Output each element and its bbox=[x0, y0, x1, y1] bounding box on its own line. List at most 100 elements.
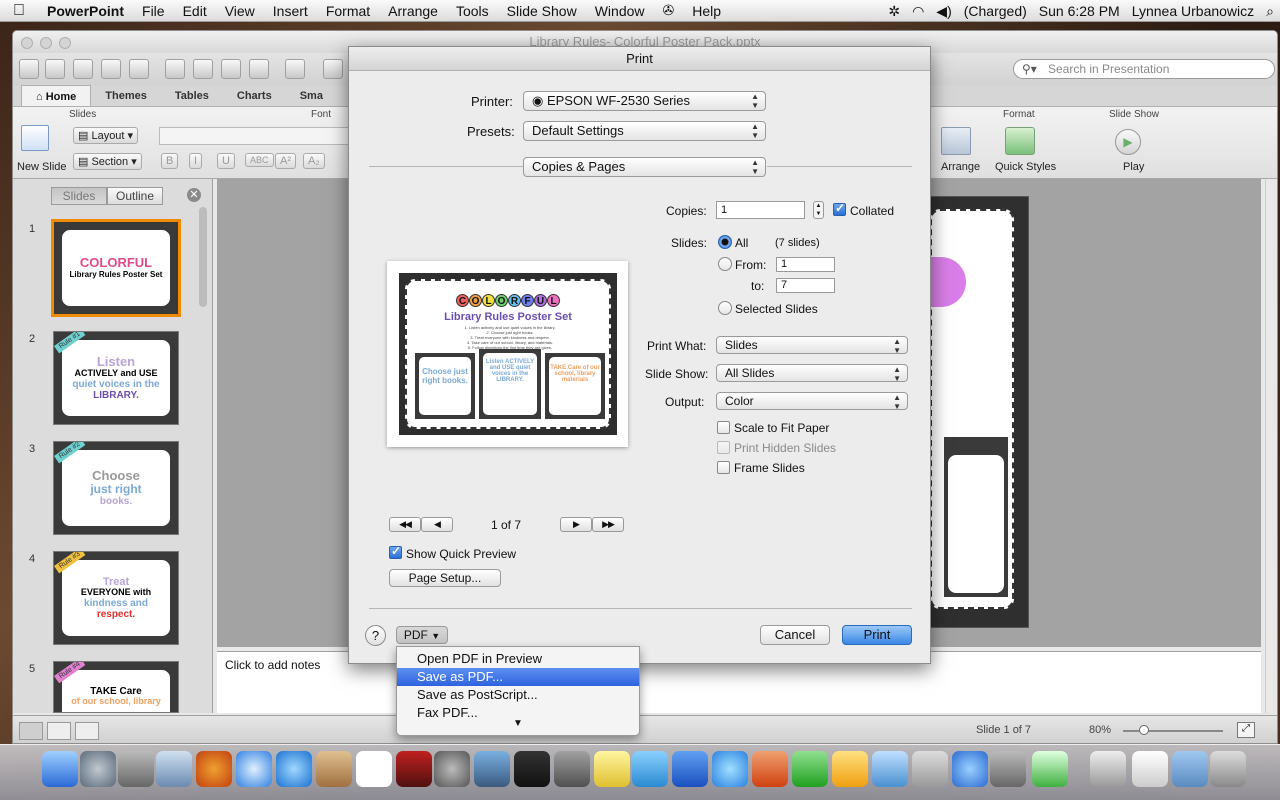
minimize-window-icon[interactable] bbox=[40, 37, 52, 49]
search-input[interactable]: ⚲▾ Search in Presentation bbox=[1013, 59, 1275, 79]
slide-thumbnail[interactable]: COLORFUL Library Rules Poster Set bbox=[51, 219, 181, 317]
layout-button[interactable]: ▤ Layout ▾ bbox=[73, 127, 139, 144]
tab-smartart[interactable]: Sma bbox=[286, 85, 337, 106]
slide-show-select[interactable]: All Slides ▲ ▼ bbox=[716, 364, 908, 383]
new-slide-label[interactable]: New Slide bbox=[17, 161, 67, 173]
menu-edit[interactable]: Edit bbox=[174, 3, 216, 19]
trash-icon[interactable] bbox=[1210, 751, 1246, 787]
mpeg-file-icon[interactable] bbox=[1132, 751, 1168, 787]
textedit-icon[interactable] bbox=[632, 751, 668, 787]
battery-status[interactable]: (Charged) bbox=[958, 3, 1033, 19]
show-preview-checkbox[interactable] bbox=[389, 544, 402, 559]
range-radio[interactable] bbox=[718, 257, 732, 271]
page-setup-button[interactable]: Page Setup... bbox=[389, 569, 501, 587]
script-menu-icon[interactable]: ✇ bbox=[654, 2, 684, 19]
menu-tools[interactable]: Tools bbox=[447, 3, 498, 19]
arrange-label[interactable]: Arrange bbox=[941, 161, 980, 173]
documents-folder-icon[interactable] bbox=[1172, 751, 1208, 787]
selected-slides-radio[interactable] bbox=[718, 301, 732, 315]
network-icon[interactable] bbox=[952, 751, 988, 787]
format-painter-icon[interactable] bbox=[249, 59, 269, 79]
finder-icon[interactable] bbox=[42, 751, 78, 787]
slide-thumbnail[interactable]: TAKE Care of our school, library Rule #4 bbox=[53, 661, 179, 713]
calendar-icon[interactable] bbox=[356, 751, 392, 787]
first-page-button[interactable]: ◀◀ bbox=[389, 517, 421, 532]
user-name[interactable]: Lynnea Urbanowicz bbox=[1126, 3, 1260, 19]
print-button[interactable]: Print bbox=[842, 625, 912, 645]
quick-styles-label[interactable]: Quick Styles bbox=[995, 161, 1056, 173]
italic-button[interactable]: I bbox=[189, 153, 203, 169]
apple-menu-icon[interactable]:  bbox=[0, 2, 38, 20]
bold-button[interactable]: B bbox=[161, 153, 179, 169]
close-panel-icon[interactable]: ✕ bbox=[187, 188, 201, 202]
help-viewer-icon[interactable] bbox=[912, 751, 948, 787]
safari-icon[interactable] bbox=[236, 751, 272, 787]
superscript-button[interactable]: A² bbox=[275, 153, 296, 169]
all-slides-radio[interactable] bbox=[718, 235, 732, 249]
cancel-button[interactable]: Cancel bbox=[760, 625, 830, 645]
frame-slides-checkbox[interactable] bbox=[717, 461, 730, 474]
zoom-slider[interactable] bbox=[1123, 730, 1223, 732]
subscript-button[interactable]: A₂ bbox=[303, 153, 325, 169]
presets-select[interactable]: Default Settings ▲ ▼ bbox=[523, 121, 766, 141]
tab-slides[interactable]: Slides bbox=[51, 187, 107, 205]
copies-input[interactable]: 1 bbox=[716, 201, 805, 219]
redo-icon[interactable] bbox=[323, 59, 343, 79]
system-preferences-icon[interactable] bbox=[118, 751, 154, 787]
downloads-icon[interactable] bbox=[1090, 751, 1126, 787]
copies-stepper[interactable]: ▲ ▼ bbox=[813, 201, 824, 219]
slide-thumbnail[interactable]: Choose just right books. Rule #2 bbox=[53, 441, 179, 535]
section-select[interactable]: Copies & Pages ▲ ▼ bbox=[523, 157, 766, 177]
last-page-button[interactable]: ▶▶ bbox=[592, 517, 624, 532]
tab-themes[interactable]: Themes bbox=[91, 85, 161, 106]
undo-icon[interactable] bbox=[285, 59, 305, 79]
imovie-icon[interactable] bbox=[514, 751, 550, 787]
new-slide-icon[interactable] bbox=[21, 125, 49, 151]
menu-window[interactable]: Window bbox=[586, 3, 654, 19]
preview-icon[interactable] bbox=[554, 751, 590, 787]
output-select[interactable]: Color ▲ ▼ bbox=[716, 392, 908, 411]
copy-icon[interactable] bbox=[193, 59, 213, 79]
word-icon[interactable] bbox=[672, 751, 708, 787]
print-what-select[interactable]: Slides ▲ ▼ bbox=[716, 336, 908, 355]
strikethrough-button[interactable]: ABC bbox=[245, 153, 274, 167]
pdf-menu-button[interactable]: PDF ▼ bbox=[396, 626, 448, 644]
zoom-window-icon[interactable] bbox=[59, 37, 71, 49]
menu-scroll-down-icon[interactable]: ▼ bbox=[397, 717, 639, 731]
stickies-icon[interactable] bbox=[594, 751, 630, 787]
bluetooth-icon[interactable]: ✲ bbox=[882, 3, 906, 20]
launchpad-icon[interactable] bbox=[80, 751, 116, 787]
menu-format[interactable]: Format bbox=[317, 3, 379, 19]
play-label[interactable]: Play bbox=[1123, 161, 1144, 173]
powerpoint-icon[interactable] bbox=[752, 751, 788, 787]
fit-window-icon[interactable]: ⤢ bbox=[1237, 722, 1255, 738]
play-icon[interactable]: ▶ bbox=[1115, 129, 1141, 155]
recycle-icon[interactable] bbox=[1032, 751, 1068, 787]
presenter-view-icon[interactable] bbox=[75, 722, 99, 740]
volume-icon[interactable]: ◀) bbox=[930, 3, 957, 20]
menu-slide-show[interactable]: Slide Show bbox=[498, 3, 586, 19]
printer-select[interactable]: ◉ EPSON WF-2530 Series ▲ ▼ bbox=[523, 91, 766, 111]
templates-icon[interactable] bbox=[45, 59, 65, 79]
save-icon[interactable] bbox=[101, 59, 121, 79]
to-input[interactable]: 7 bbox=[776, 278, 835, 293]
zoom-slider-knob[interactable] bbox=[1139, 725, 1149, 735]
new-icon[interactable] bbox=[19, 59, 39, 79]
camera-icon[interactable] bbox=[434, 751, 470, 787]
cut-icon[interactable] bbox=[165, 59, 185, 79]
menu-file[interactable]: File bbox=[133, 3, 174, 19]
menu-fax-pdf[interactable]: Fax PDF... bbox=[397, 704, 639, 718]
open-icon[interactable] bbox=[73, 59, 93, 79]
outlook-icon[interactable] bbox=[832, 751, 868, 787]
tab-tables[interactable]: Tables bbox=[161, 85, 223, 106]
next-page-button[interactable]: ▶ bbox=[560, 517, 592, 532]
itunes-icon[interactable] bbox=[712, 751, 748, 787]
tab-home[interactable]: ⌂ Home bbox=[21, 85, 92, 106]
slide-sorter-icon[interactable] bbox=[47, 722, 71, 740]
messenger-icon[interactable] bbox=[872, 751, 908, 787]
spotlight-icon[interactable]: ⌕ bbox=[1260, 3, 1280, 20]
menu-help[interactable]: Help bbox=[683, 3, 730, 19]
slide-thumbnail[interactable]: Treat EVERYONE with kindness and respect… bbox=[53, 551, 179, 645]
help-button[interactable]: ? bbox=[365, 625, 386, 646]
font-name-field[interactable] bbox=[159, 127, 349, 145]
